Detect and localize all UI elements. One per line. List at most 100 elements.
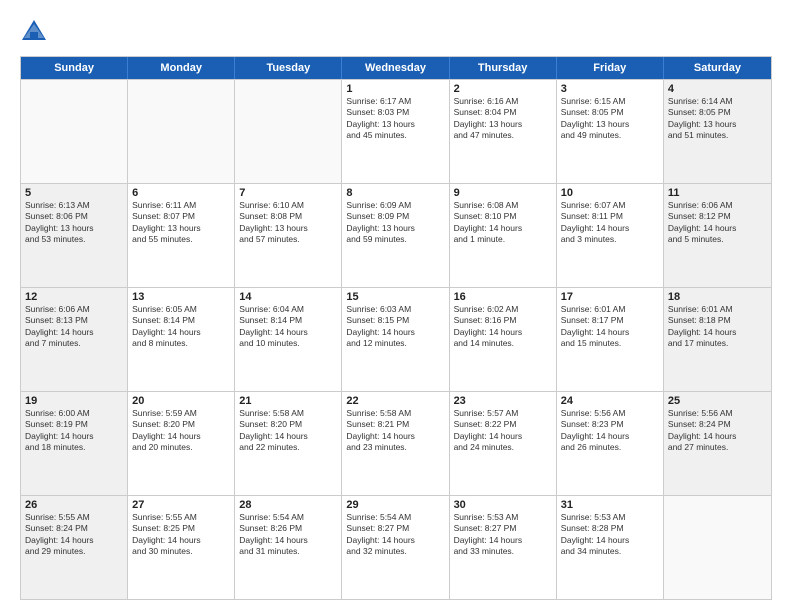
header-day-tuesday: Tuesday <box>235 57 342 79</box>
day-cell-1: 1Sunrise: 6:17 AM Sunset: 8:03 PM Daylig… <box>342 80 449 183</box>
day-info: Sunrise: 6:13 AM Sunset: 8:06 PM Dayligh… <box>25 200 123 246</box>
day-number: 11 <box>668 187 767 199</box>
day-number: 19 <box>25 395 123 407</box>
day-number: 9 <box>454 187 552 199</box>
day-cell-3: 3Sunrise: 6:15 AM Sunset: 8:05 PM Daylig… <box>557 80 664 183</box>
calendar-week-1: 1Sunrise: 6:17 AM Sunset: 8:03 PM Daylig… <box>21 79 771 183</box>
day-number: 25 <box>668 395 767 407</box>
day-info: Sunrise: 5:56 AM Sunset: 8:23 PM Dayligh… <box>561 408 659 454</box>
day-info: Sunrise: 6:09 AM Sunset: 8:09 PM Dayligh… <box>346 200 444 246</box>
header-day-friday: Friday <box>557 57 664 79</box>
day-cell-5: 5Sunrise: 6:13 AM Sunset: 8:06 PM Daylig… <box>21 184 128 287</box>
day-info: Sunrise: 6:11 AM Sunset: 8:07 PM Dayligh… <box>132 200 230 246</box>
day-number: 22 <box>346 395 444 407</box>
day-number: 17 <box>561 291 659 303</box>
day-number: 14 <box>239 291 337 303</box>
day-info: Sunrise: 5:53 AM Sunset: 8:28 PM Dayligh… <box>561 512 659 558</box>
calendar: SundayMondayTuesdayWednesdayThursdayFrid… <box>20 56 772 600</box>
day-number: 5 <box>25 187 123 199</box>
day-number: 15 <box>346 291 444 303</box>
day-number: 27 <box>132 499 230 511</box>
empty-cell <box>21 80 128 183</box>
day-number: 24 <box>561 395 659 407</box>
day-info: Sunrise: 6:16 AM Sunset: 8:04 PM Dayligh… <box>454 96 552 142</box>
day-number: 1 <box>346 83 444 95</box>
day-info: Sunrise: 6:15 AM Sunset: 8:05 PM Dayligh… <box>561 96 659 142</box>
day-number: 29 <box>346 499 444 511</box>
day-number: 8 <box>346 187 444 199</box>
calendar-header: SundayMondayTuesdayWednesdayThursdayFrid… <box>21 57 771 79</box>
day-info: Sunrise: 5:54 AM Sunset: 8:27 PM Dayligh… <box>346 512 444 558</box>
calendar-week-5: 26Sunrise: 5:55 AM Sunset: 8:24 PM Dayli… <box>21 495 771 599</box>
header <box>20 18 772 46</box>
day-cell-17: 17Sunrise: 6:01 AM Sunset: 8:17 PM Dayli… <box>557 288 664 391</box>
day-info: Sunrise: 6:07 AM Sunset: 8:11 PM Dayligh… <box>561 200 659 246</box>
day-cell-12: 12Sunrise: 6:06 AM Sunset: 8:13 PM Dayli… <box>21 288 128 391</box>
day-cell-8: 8Sunrise: 6:09 AM Sunset: 8:09 PM Daylig… <box>342 184 449 287</box>
day-cell-18: 18Sunrise: 6:01 AM Sunset: 8:18 PM Dayli… <box>664 288 771 391</box>
day-info: Sunrise: 5:55 AM Sunset: 8:24 PM Dayligh… <box>25 512 123 558</box>
day-cell-26: 26Sunrise: 5:55 AM Sunset: 8:24 PM Dayli… <box>21 496 128 599</box>
day-number: 31 <box>561 499 659 511</box>
day-cell-14: 14Sunrise: 6:04 AM Sunset: 8:14 PM Dayli… <box>235 288 342 391</box>
day-number: 18 <box>668 291 767 303</box>
day-info: Sunrise: 6:03 AM Sunset: 8:15 PM Dayligh… <box>346 304 444 350</box>
header-day-sunday: Sunday <box>21 57 128 79</box>
day-info: Sunrise: 5:58 AM Sunset: 8:20 PM Dayligh… <box>239 408 337 454</box>
day-info: Sunrise: 6:06 AM Sunset: 8:12 PM Dayligh… <box>668 200 767 246</box>
day-info: Sunrise: 5:56 AM Sunset: 8:24 PM Dayligh… <box>668 408 767 454</box>
day-info: Sunrise: 5:58 AM Sunset: 8:21 PM Dayligh… <box>346 408 444 454</box>
day-info: Sunrise: 6:14 AM Sunset: 8:05 PM Dayligh… <box>668 96 767 142</box>
day-cell-7: 7Sunrise: 6:10 AM Sunset: 8:08 PM Daylig… <box>235 184 342 287</box>
day-number: 3 <box>561 83 659 95</box>
day-number: 7 <box>239 187 337 199</box>
empty-cell <box>235 80 342 183</box>
day-cell-19: 19Sunrise: 6:00 AM Sunset: 8:19 PM Dayli… <box>21 392 128 495</box>
day-number: 6 <box>132 187 230 199</box>
day-cell-20: 20Sunrise: 5:59 AM Sunset: 8:20 PM Dayli… <box>128 392 235 495</box>
day-number: 13 <box>132 291 230 303</box>
day-info: Sunrise: 6:08 AM Sunset: 8:10 PM Dayligh… <box>454 200 552 246</box>
day-info: Sunrise: 6:05 AM Sunset: 8:14 PM Dayligh… <box>132 304 230 350</box>
header-day-thursday: Thursday <box>450 57 557 79</box>
day-info: Sunrise: 6:02 AM Sunset: 8:16 PM Dayligh… <box>454 304 552 350</box>
empty-cell <box>664 496 771 599</box>
day-cell-28: 28Sunrise: 5:54 AM Sunset: 8:26 PM Dayli… <box>235 496 342 599</box>
day-number: 2 <box>454 83 552 95</box>
day-cell-15: 15Sunrise: 6:03 AM Sunset: 8:15 PM Dayli… <box>342 288 449 391</box>
calendar-week-3: 12Sunrise: 6:06 AM Sunset: 8:13 PM Dayli… <box>21 287 771 391</box>
day-cell-11: 11Sunrise: 6:06 AM Sunset: 8:12 PM Dayli… <box>664 184 771 287</box>
day-info: Sunrise: 6:06 AM Sunset: 8:13 PM Dayligh… <box>25 304 123 350</box>
day-cell-21: 21Sunrise: 5:58 AM Sunset: 8:20 PM Dayli… <box>235 392 342 495</box>
day-number: 21 <box>239 395 337 407</box>
calendar-body: 1Sunrise: 6:17 AM Sunset: 8:03 PM Daylig… <box>21 79 771 599</box>
day-number: 30 <box>454 499 552 511</box>
header-day-monday: Monday <box>128 57 235 79</box>
day-number: 28 <box>239 499 337 511</box>
day-cell-25: 25Sunrise: 5:56 AM Sunset: 8:24 PM Dayli… <box>664 392 771 495</box>
calendar-week-4: 19Sunrise: 6:00 AM Sunset: 8:19 PM Dayli… <box>21 391 771 495</box>
day-info: Sunrise: 6:10 AM Sunset: 8:08 PM Dayligh… <box>239 200 337 246</box>
empty-cell <box>128 80 235 183</box>
day-cell-13: 13Sunrise: 6:05 AM Sunset: 8:14 PM Dayli… <box>128 288 235 391</box>
day-cell-24: 24Sunrise: 5:56 AM Sunset: 8:23 PM Dayli… <box>557 392 664 495</box>
day-cell-4: 4Sunrise: 6:14 AM Sunset: 8:05 PM Daylig… <box>664 80 771 183</box>
day-number: 20 <box>132 395 230 407</box>
day-number: 10 <box>561 187 659 199</box>
day-cell-31: 31Sunrise: 5:53 AM Sunset: 8:28 PM Dayli… <box>557 496 664 599</box>
day-info: Sunrise: 6:01 AM Sunset: 8:18 PM Dayligh… <box>668 304 767 350</box>
day-cell-23: 23Sunrise: 5:57 AM Sunset: 8:22 PM Dayli… <box>450 392 557 495</box>
day-info: Sunrise: 6:17 AM Sunset: 8:03 PM Dayligh… <box>346 96 444 142</box>
day-info: Sunrise: 5:59 AM Sunset: 8:20 PM Dayligh… <box>132 408 230 454</box>
day-cell-6: 6Sunrise: 6:11 AM Sunset: 8:07 PM Daylig… <box>128 184 235 287</box>
logo <box>20 18 52 46</box>
day-info: Sunrise: 5:55 AM Sunset: 8:25 PM Dayligh… <box>132 512 230 558</box>
day-cell-9: 9Sunrise: 6:08 AM Sunset: 8:10 PM Daylig… <box>450 184 557 287</box>
day-cell-16: 16Sunrise: 6:02 AM Sunset: 8:16 PM Dayli… <box>450 288 557 391</box>
day-number: 26 <box>25 499 123 511</box>
day-info: Sunrise: 5:53 AM Sunset: 8:27 PM Dayligh… <box>454 512 552 558</box>
day-cell-29: 29Sunrise: 5:54 AM Sunset: 8:27 PM Dayli… <box>342 496 449 599</box>
day-info: Sunrise: 5:54 AM Sunset: 8:26 PM Dayligh… <box>239 512 337 558</box>
day-number: 16 <box>454 291 552 303</box>
day-number: 23 <box>454 395 552 407</box>
